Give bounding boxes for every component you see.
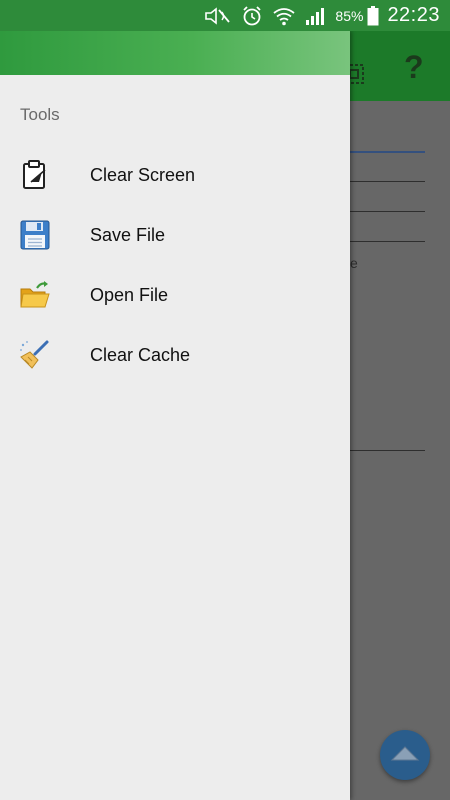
- drawer-item-label: Clear Screen: [90, 164, 196, 185]
- folder-open-icon: [19, 279, 51, 311]
- battery-percent: 85%: [335, 7, 364, 24]
- drawer-item-clear-cache[interactable]: Clear Cache: [0, 325, 350, 385]
- scroll-top-button[interactable]: [380, 730, 430, 780]
- battery-icon: [367, 5, 379, 26]
- drawer-item-open-file[interactable]: Open File: [0, 265, 350, 325]
- drawer-header: [0, 31, 350, 75]
- section-title-tools: Tools: [20, 105, 60, 124]
- signal-icon: [305, 6, 327, 26]
- divider: [350, 181, 425, 182]
- broom-icon: [19, 339, 51, 371]
- divider: [350, 241, 425, 242]
- clipboard-icon: [19, 159, 51, 191]
- divider: [350, 151, 425, 153]
- drawer-item-save-file[interactable]: Save File: [0, 205, 350, 265]
- clock: 22:23: [387, 4, 440, 26]
- drawer-item-label: Clear Cache: [90, 344, 191, 365]
- navigation-drawer: Tools Clear Screen Save File Open File C…: [0, 31, 350, 800]
- help-icon[interactable]: ?: [404, 49, 424, 86]
- drawer-item-label: Open File: [90, 284, 169, 305]
- partial-text: e: [350, 255, 358, 271]
- divider: [350, 450, 425, 451]
- divider: [350, 211, 425, 212]
- alarm-icon: [241, 5, 263, 27]
- wifi-icon: [272, 5, 296, 27]
- drawer-item-label: Save File: [90, 224, 166, 245]
- mute-icon: [204, 6, 232, 25]
- drawer-item-clear-screen[interactable]: Clear Screen: [0, 145, 350, 205]
- status-bar: 85% 22:23: [0, 0, 450, 31]
- chevron-up-icon: [390, 744, 420, 767]
- floppy-disk-icon: [19, 219, 51, 251]
